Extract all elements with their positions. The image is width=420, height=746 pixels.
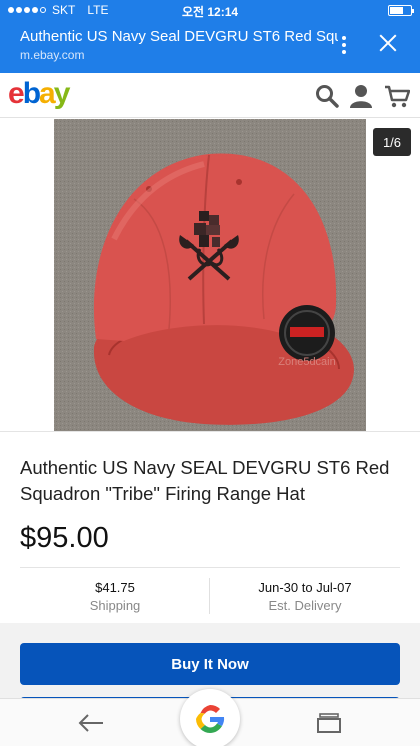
cart-icon[interactable] [384,83,410,109]
browser-url[interactable]: m.ebay.com [20,48,84,62]
user-icon[interactable] [348,83,374,109]
watermark: Zone5dcain [278,356,336,368]
delivery-info: Jun-30 to Jul-07 Est. Delivery [210,580,400,613]
shipping-cost: $41.75 [95,580,135,595]
google-g-icon [196,704,225,733]
image-counter: 1/6 [373,128,411,156]
red-cap-photo: Zone5dcain [54,119,366,431]
divider [0,431,420,432]
product-title: Authentic US Navy SEAL DEVGRU ST6 Red Sq… [20,457,390,504]
buy-it-now-button[interactable]: Buy It Now [20,643,400,685]
browser-title-bar: Authentic US Navy Seal DEVGRU ST6 Red Sq… [0,24,420,68]
search-icon[interactable] [314,83,340,109]
browser-page-title: Authentic US Navy Seal DEVGRU ST6 Red Sq… [20,28,338,45]
ebay-header: ebay [0,73,420,118]
shipping-label: Shipping [89,598,141,613]
status-time: 오전 12:14 [181,5,239,19]
product-image[interactable]: Zone5dcain [54,119,366,431]
bottom-nav-bar [0,689,420,746]
product-price: $95.00 [20,522,109,554]
browser-top-bar: SKT LTE 오전 12:14 Authentic US Navy Seal … [0,0,420,73]
close-icon[interactable] [377,32,399,54]
more-options-icon[interactable] [337,34,351,56]
ebay-logo[interactable]: ebay [8,77,70,111]
google-button[interactable] [180,689,240,746]
battery-icon [388,5,414,16]
shipping-info: $41.75 Shipping [20,580,210,613]
delivery-label: Est. Delivery [268,598,342,613]
delivery-dates: Jun-30 to Jul-07 [258,580,352,595]
status-bar: SKT LTE 오전 12:14 [0,3,420,19]
back-arrow-icon[interactable] [78,713,104,733]
tabs-icon[interactable] [317,713,341,733]
divider [20,567,400,568]
